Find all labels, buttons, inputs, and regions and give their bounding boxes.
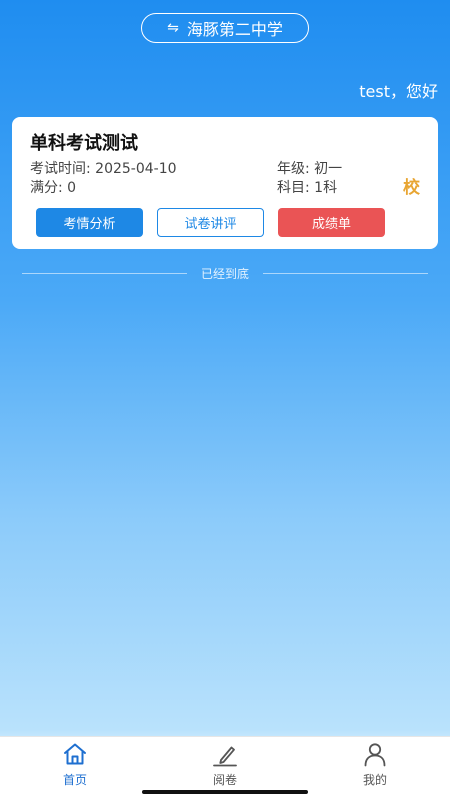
- greeting-text: test，您好: [359, 82, 438, 101]
- tab-home[interactable]: 首页: [30, 741, 120, 793]
- end-of-list-divider: 已经到底: [22, 265, 429, 281]
- exam-title: 单科考试测试: [30, 133, 138, 154]
- exam-time: 考试时间: 2025-04-10: [30, 161, 177, 177]
- tab-mine-label: 我的: [362, 773, 387, 787]
- score-report-button[interactable]: 成绩单: [278, 208, 385, 237]
- divider-line-right: [263, 272, 429, 274]
- paper-review-button[interactable]: 试卷讲评: [157, 208, 264, 237]
- divider-line-left: [22, 272, 187, 274]
- school-level-badge: 校: [403, 178, 420, 198]
- full-score: 满分: 0: [30, 180, 77, 196]
- school-name: 海豚第二中学: [186, 20, 283, 39]
- person-icon: [364, 743, 386, 767]
- exam-subjects: 科目: 1科: [277, 180, 338, 196]
- end-of-list-text: 已经到底: [201, 266, 250, 281]
- exam-grade: 年级: 初一: [277, 161, 343, 177]
- tab-mine[interactable]: 我的: [330, 741, 420, 793]
- home-icon: [64, 743, 86, 765]
- exam-info-left: 考试时间: 2025-04-10 满分: 0: [30, 160, 177, 198]
- tab-home-label: 首页: [62, 773, 87, 787]
- school-switch-button[interactable]: ⇋ 海豚第二中学: [141, 13, 309, 43]
- pencil-icon: [213, 746, 237, 767]
- tab-grading[interactable]: 阅卷: [180, 741, 270, 793]
- tab-grading-label: 阅卷: [212, 773, 237, 787]
- swap-arrows-icon: ⇋: [167, 20, 179, 36]
- exam-card[interactable]: 单科考试测试 考试时间: 2025-04-10 满分: 0 年级: 初一 科目:…: [12, 117, 438, 249]
- exam-analysis-button[interactable]: 考情分析: [36, 208, 143, 237]
- exam-info-right: 年级: 初一 科目: 1科: [277, 160, 342, 198]
- home-indicator-bar: [142, 790, 308, 794]
